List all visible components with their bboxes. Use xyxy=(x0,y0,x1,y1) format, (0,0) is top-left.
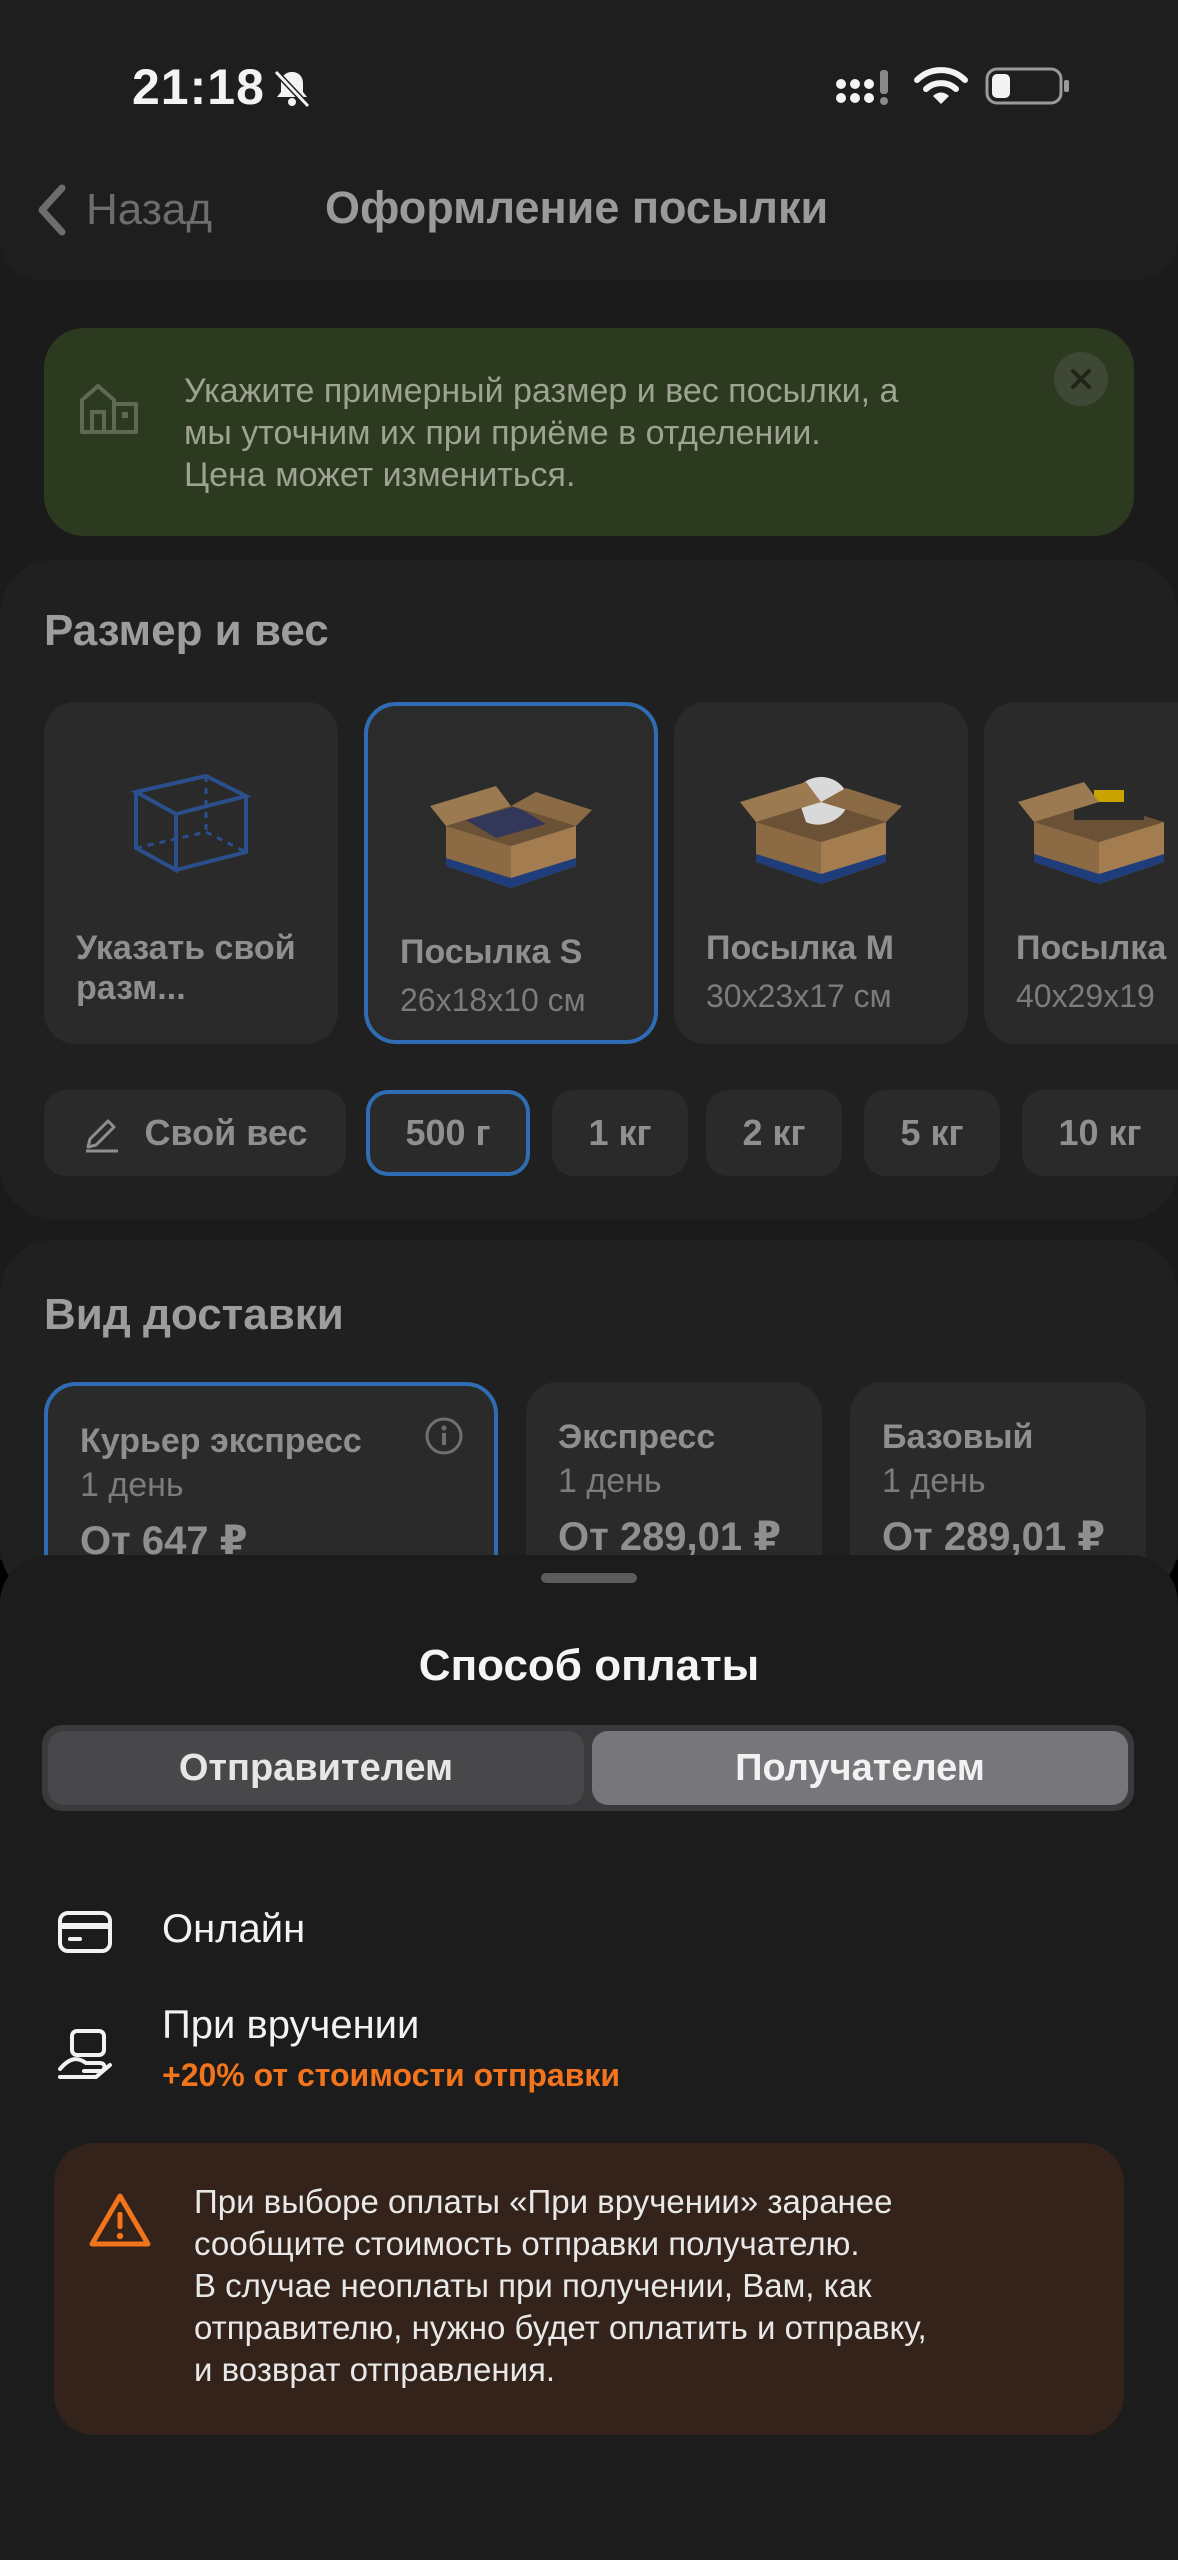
delivery-name: Курьер экспресс xyxy=(80,1422,362,1460)
option-label: Онлайн xyxy=(162,1907,306,1951)
size-weight-card: Размер и вес Указать свой разм... Посылк… xyxy=(0,560,1178,1220)
delivery-name: Базовый xyxy=(882,1418,1034,1456)
wifi-icon xyxy=(914,67,968,104)
tile-name: Указать свой разм... xyxy=(76,929,296,1007)
pencil-icon xyxy=(86,1119,119,1153)
back-label: Назад xyxy=(86,185,213,234)
size-section-title: Размер и вес xyxy=(44,606,329,655)
back-button[interactable]: Назад xyxy=(34,180,212,240)
delivery-days: 1 день xyxy=(558,1462,662,1500)
sheet-grabber[interactable] xyxy=(541,1573,637,1583)
parcel-box-icon xyxy=(430,786,592,888)
signal-icon xyxy=(836,70,888,105)
custom-box-icon xyxy=(130,773,252,874)
chip-label: Свой вес xyxy=(144,1112,308,1153)
option-label: При вручении xyxy=(162,2003,420,2047)
warning-line: При выборе оплаты «При вручении» заранее xyxy=(194,2183,893,2220)
delivery-days: 1 день xyxy=(80,1466,184,1504)
background-page: 21:18 Назад Оформление посылки Укажите п… xyxy=(0,0,1178,1602)
notice-line: Укажите примерный размер и вес посылки, … xyxy=(184,372,899,410)
notice-line: Цена может измениться. xyxy=(184,456,576,494)
tile-dims: 40x29x19 xyxy=(1016,978,1155,1014)
info-icon[interactable] xyxy=(424,1416,464,1456)
tile-name: Посылка xyxy=(1016,929,1167,967)
delivery-days: 1 день xyxy=(882,1462,986,1500)
tile-name: Посылка S xyxy=(400,933,583,971)
warning-icon xyxy=(89,2193,151,2247)
segment-recipient[interactable]: Получателем xyxy=(592,1731,1128,1805)
delivery-card: Вид доставки Курьер экспресс 1 день От 6… xyxy=(0,1240,1178,1602)
tile-dims: 30x23x17 см xyxy=(706,978,892,1014)
weight-chip-1kg[interactable]: 1 кг xyxy=(552,1090,688,1176)
weight-chip-10kg[interactable]: 10 кг xyxy=(1022,1090,1178,1176)
card-icon xyxy=(58,1911,112,1953)
warning-line: отправителю, нужно будет оплатить и отпр… xyxy=(194,2309,927,2346)
building-icon xyxy=(80,384,138,434)
weight-chip-5kg[interactable]: 5 кг xyxy=(864,1090,1000,1176)
delivery-section-title: Вид доставки xyxy=(44,1290,344,1339)
payer-segmented-control: Отправителем Получателем xyxy=(42,1725,1134,1811)
delivery-price: От 289,01 ₽ xyxy=(882,1515,1106,1559)
payment-sheet: Способ оплаты Отправителем Получателем О… xyxy=(0,1555,1178,2560)
weight-chip-500g[interactable]: 500 г xyxy=(366,1090,530,1176)
size-tile-l[interactable]: Посылка 40x29x19 xyxy=(984,702,1178,1044)
status-time: 21:18 xyxy=(132,59,265,115)
warning-notice: При выборе оплаты «При вручении» заранее… xyxy=(54,2143,1124,2435)
tile-name: Посылка M xyxy=(706,929,894,967)
parcel-box-icon xyxy=(1018,780,1164,884)
weight-chip-2kg[interactable]: 2 кг xyxy=(706,1090,842,1176)
page-title: Оформление посылки xyxy=(325,182,829,233)
hand-cash-icon xyxy=(58,2029,112,2079)
payment-option-online[interactable]: Онлайн xyxy=(56,1895,1126,1975)
custom-weight-chip[interactable]: Свой вес xyxy=(44,1090,346,1176)
sheet-title: Способ оплаты xyxy=(418,1641,760,1690)
size-tile-s[interactable]: Посылка S 26x18x10 см xyxy=(364,702,658,1044)
warning-line: В случае неоплаты при получении, Вам, ка… xyxy=(194,2267,872,2304)
segment-sender[interactable]: Отправителем xyxy=(48,1731,584,1805)
chevron-left-icon xyxy=(38,184,66,236)
delivery-name: Экспресс xyxy=(558,1418,716,1456)
payment-option-on-delivery[interactable]: При вручении +20% от стоимости отправки xyxy=(56,2003,1126,2103)
notice-line: мы уточним их при приёме в отделении. xyxy=(184,414,821,452)
warning-text: При выборе оплаты «При вручении» заранее… xyxy=(194,2181,1094,2391)
tile-dims: 26x18x10 см xyxy=(400,982,586,1018)
battery-icon xyxy=(985,67,1069,105)
size-tile-custom[interactable]: Указать свой разм... xyxy=(44,702,338,1044)
close-icon xyxy=(1071,369,1091,389)
notice-text: Укажите примерный размер и вес посылки, … xyxy=(184,370,1064,496)
warning-line: и возврат отправления. xyxy=(194,2351,556,2388)
parcel-box-icon xyxy=(740,777,902,884)
option-surcharge: +20% от стоимости отправки xyxy=(162,2057,621,2093)
bell-muted-icon xyxy=(273,69,311,109)
delivery-price: От 289,01 ₽ xyxy=(558,1515,782,1559)
size-tile-m[interactable]: Посылка M 30x23x17 см xyxy=(674,702,968,1044)
warning-line: сообщите стоимость отправки получателю. xyxy=(194,2225,860,2262)
notice-close-button[interactable] xyxy=(1054,352,1108,406)
info-notice: Укажите примерный размер и вес посылки, … xyxy=(44,328,1134,536)
